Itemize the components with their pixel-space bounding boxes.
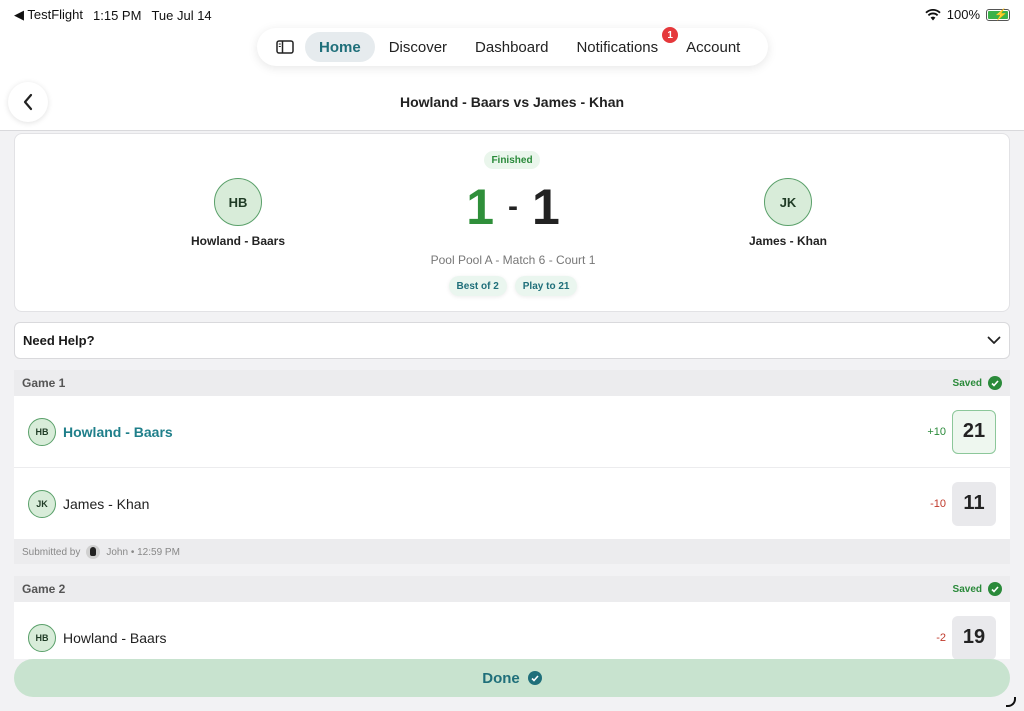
game-header: Game 1 Saved (14, 370, 1010, 396)
home-indicator (1006, 697, 1016, 707)
saved-status: Saved (953, 376, 1002, 390)
match-score: 1 - 1 (413, 178, 613, 236)
score-input[interactable]: 19 (952, 615, 996, 659)
page-title: Howland - Baars vs James - Khan (399, 94, 625, 110)
header: Home Discover Dashboard Notifications 1 … (0, 27, 1024, 131)
need-help-label: Need Help? (23, 333, 95, 348)
point-diff: +10 (927, 425, 946, 438)
nav-home[interactable]: Home (305, 32, 375, 62)
match-info: Pool Pool A - Match 6 - Court 1 (430, 253, 596, 267)
team-avatar: HB (28, 417, 56, 446)
game-row[interactable]: HB Howland - Baars -2 19 (14, 602, 1010, 659)
battery-icon: ⚡ (986, 8, 1010, 21)
status-time: 1:15 PM (93, 7, 142, 23)
score-left: 1 (466, 179, 494, 235)
submitted-label: Submitted by (22, 546, 81, 558)
nav-discover[interactable]: Discover (375, 32, 461, 62)
need-help-accordion[interactable]: Need Help? (14, 322, 1010, 359)
score-input[interactable]: 11 (952, 481, 996, 526)
sidebar-icon (276, 40, 294, 54)
battery-percent: 100% (946, 7, 980, 22)
team-name: Howland - Baars (63, 629, 167, 646)
sidebar-toggle-button[interactable] (265, 32, 305, 62)
done-label: Done (482, 669, 520, 687)
game-row[interactable]: JK James - Khan -10 11 (14, 468, 1010, 540)
nav-notifications-label: Notifications (576, 38, 659, 56)
nav-dashboard-label: Dashboard (475, 38, 549, 56)
status-bar: ◀ TestFlight 1:15 PM Tue Jul 14 100% ⚡ (0, 0, 1024, 28)
team-right: JK James - Khan (713, 178, 863, 248)
done-button[interactable]: Done (14, 659, 1010, 697)
team-left: HB Howland - Baars (163, 178, 313, 248)
match-status-badge: Finished (484, 151, 540, 169)
nav-account[interactable]: Account (672, 32, 754, 62)
match-summary-card: Finished HB Howland - Baars 1 - 1 JK Jam… (14, 133, 1010, 312)
back-to-app-link[interactable]: ◀ TestFlight (14, 7, 83, 23)
team-right-avatar: JK (764, 178, 812, 226)
game-row[interactable]: HB Howland - Baars +10 21 (14, 396, 1010, 468)
nav-notifications[interactable]: Notifications 1 (562, 27, 679, 62)
score-right: 1 (532, 179, 560, 235)
submitted-by: Submitted by John • 12:59 PM (14, 540, 1010, 564)
game-title: Game 1 (22, 376, 66, 390)
best-of-pill: Best of 2 (448, 276, 507, 296)
game-1-section: Game 1 Saved HB Howland - Baars +10 21 J… (14, 370, 1010, 564)
nav-discover-label: Discover (388, 38, 448, 56)
team-avatar: JK (28, 489, 56, 518)
team-name: James - Khan (63, 495, 150, 512)
team-avatar: HB (28, 623, 56, 652)
saved-label: Saved (952, 377, 982, 389)
score-separator: - (508, 190, 518, 223)
game-title: Game 2 (22, 582, 66, 596)
point-diff: -2 (936, 631, 946, 644)
top-nav: Home Discover Dashboard Notifications 1 … (257, 27, 768, 66)
play-to-pill: Play to 21 (514, 276, 578, 296)
saved-status: Saved (953, 582, 1002, 596)
submitted-info: John • 12:59 PM (106, 546, 180, 558)
nav-account-label: Account (686, 38, 741, 56)
check-circle-icon (988, 376, 1002, 390)
check-circle-icon (527, 671, 542, 685)
score-input[interactable]: 21 (952, 409, 996, 454)
nav-home-label: Home (319, 38, 361, 56)
nav-dashboard[interactable]: Dashboard (461, 32, 562, 62)
chevron-down-icon (987, 336, 1001, 344)
check-circle-icon (988, 582, 1002, 596)
game-2-section: Game 2 Saved HB Howland - Baars -2 19 (14, 576, 1010, 659)
user-avatar (86, 545, 101, 559)
team-name: Howland - Baars (63, 423, 173, 440)
match-format-pills: Best of 2 Play to 21 (15, 276, 1011, 296)
status-date: Tue Jul 14 (151, 7, 212, 23)
game-header: Game 2 Saved (14, 576, 1010, 602)
team-left-avatar: HB (214, 178, 262, 226)
wifi-icon (925, 8, 941, 20)
point-diff: -10 (930, 497, 946, 510)
team-left-name: Howland - Baars (190, 234, 286, 248)
team-right-name: James - Khan (748, 234, 828, 248)
saved-label: Saved (952, 583, 982, 595)
